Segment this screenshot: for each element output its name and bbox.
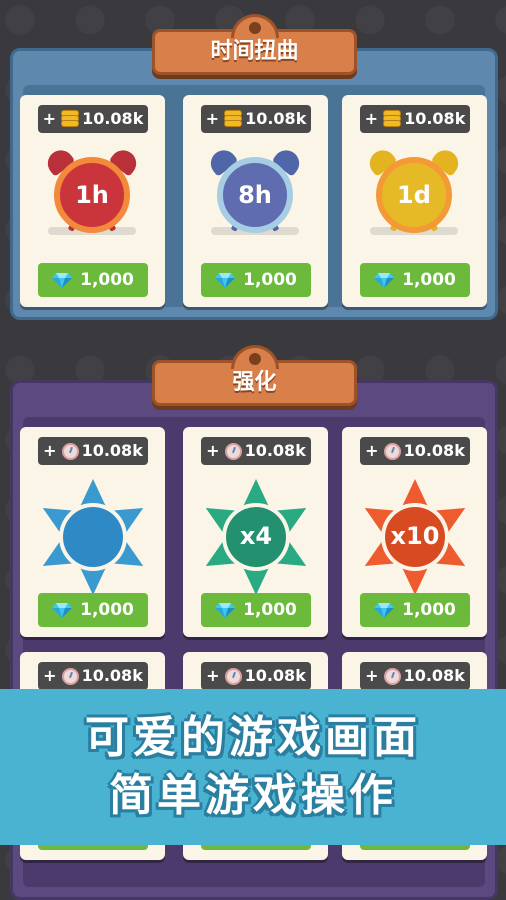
plus-sign: +	[205, 109, 220, 128]
promo-banner: 可爱的游戏画面 简单游戏操作	[0, 689, 506, 845]
buy-button[interactable]: 1,000	[38, 263, 148, 297]
time-warp-banner: 时间扭曲	[152, 14, 357, 75]
time-warp-card-1h[interactable]: +10.08k 1h 1,000	[20, 95, 165, 307]
diamond-icon	[52, 602, 73, 618]
price-amount: 1,000	[80, 270, 134, 290]
time-warp-card-8h[interactable]: +10.08k 8h 1,000	[183, 95, 328, 307]
clock-label: 1d	[376, 157, 452, 233]
promo-line-1: 可爱的游戏画面	[85, 712, 421, 763]
clock-icon	[61, 442, 79, 460]
buy-button[interactable]: 1,000	[38, 593, 148, 627]
reward-amount: 10.08k	[244, 666, 306, 685]
reward-amount: 10.08k	[403, 441, 465, 460]
price-amount: 1,000	[243, 270, 297, 290]
boost-star-icon	[38, 477, 148, 603]
reward-amount: 10.08k	[244, 441, 306, 460]
clock-icon	[224, 667, 242, 685]
reward-pill: +10.08k	[38, 437, 148, 465]
plus-sign: +	[43, 441, 57, 460]
multiplier-label: x4	[239, 522, 273, 550]
clock-icon	[383, 667, 401, 685]
plus-sign: +	[42, 109, 57, 128]
plus-sign: +	[43, 666, 57, 685]
reward-pill: +10.08k	[201, 437, 311, 465]
price-amount: 1,000	[243, 600, 297, 620]
boost-star-icon: x4	[201, 477, 311, 603]
diamond-icon	[374, 602, 395, 618]
coin-icon	[224, 110, 243, 128]
reward-pill: +10.08k	[38, 662, 148, 690]
alarm-clock-icon: 1d	[364, 143, 464, 243]
clock-label: 8h	[217, 157, 293, 233]
clock-label: 1h	[54, 157, 130, 233]
buy-button[interactable]: 1,000	[201, 593, 311, 627]
boost-banner: 强化	[152, 345, 357, 406]
clock-icon	[383, 442, 401, 460]
reward-amount: 10.08k	[404, 109, 466, 128]
coin-icon	[383, 110, 402, 128]
price-amount: 1,000	[402, 270, 456, 290]
diamond-icon	[215, 272, 236, 288]
boost-star-icon: x10	[360, 477, 470, 603]
time-warp-card-1d[interactable]: +10.08k 1d 1,000	[342, 95, 487, 307]
reward-amount: 10.08k	[403, 666, 465, 685]
diamond-icon	[215, 602, 236, 618]
boost-card-3[interactable]: +10.08k x10 1,000	[342, 427, 487, 637]
boost-card-1[interactable]: +10.08k 1,000	[20, 427, 165, 637]
reward-pill: +10.08k	[38, 105, 148, 133]
multiplier-label: x10	[390, 522, 440, 550]
clock-icon	[224, 442, 242, 460]
reward-amount: 10.08k	[82, 109, 144, 128]
alarm-clock-icon: 1h	[42, 143, 142, 243]
alarm-clock-icon: 8h	[205, 143, 305, 243]
buy-button[interactable]: 1,000	[360, 263, 470, 297]
coin-icon	[61, 110, 80, 128]
promo-line-2: 简单游戏操作	[109, 770, 397, 821]
reward-amount: 10.08k	[81, 441, 143, 460]
reward-pill: +10.08k	[360, 662, 470, 690]
buy-button[interactable]: 1,000	[360, 593, 470, 627]
reward-amount: 10.08k	[245, 109, 307, 128]
plus-sign: +	[206, 666, 220, 685]
boost-title: 强化	[232, 370, 277, 395]
plus-sign: +	[206, 441, 220, 460]
plus-sign: +	[364, 109, 379, 128]
plus-sign: +	[365, 666, 379, 685]
time-warp-title: 时间扭曲	[210, 39, 299, 64]
reward-pill: +10.08k	[201, 105, 311, 133]
reward-amount: 10.08k	[81, 666, 143, 685]
boost-card-2[interactable]: +10.08k x4 1,000	[183, 427, 328, 637]
reward-pill: +10.08k	[360, 105, 470, 133]
reward-pill: +10.08k	[360, 437, 470, 465]
diamond-icon	[52, 272, 73, 288]
price-amount: 1,000	[80, 600, 134, 620]
clock-icon	[61, 667, 79, 685]
diamond-icon	[374, 272, 395, 288]
reward-pill: +10.08k	[201, 662, 311, 690]
buy-button[interactable]: 1,000	[201, 263, 311, 297]
plus-sign: +	[365, 441, 379, 460]
price-amount: 1,000	[402, 600, 456, 620]
